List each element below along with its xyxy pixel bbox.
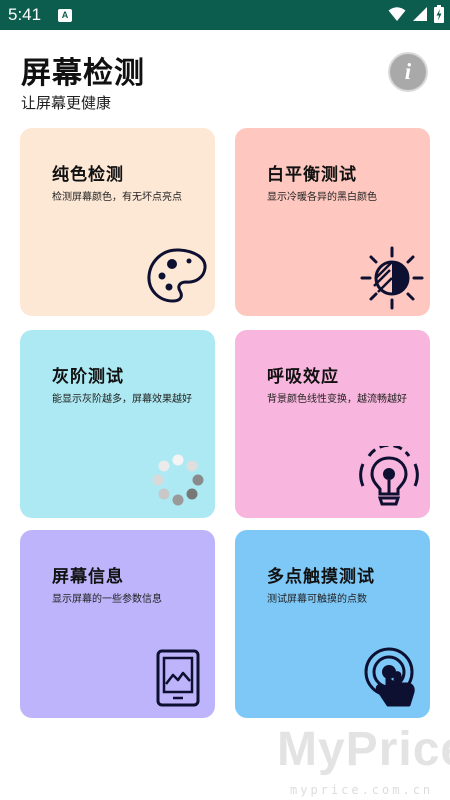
watermark-url: myprice.com.cn [290,783,434,797]
status-bar: 5:41 A [0,0,450,30]
app-notification-icon: A [58,9,72,22]
status-time: 5:41 [8,5,42,24]
brightness-icon [360,246,424,310]
card-description: 检测屏幕颜色，有无坏点亮点 [52,192,182,203]
wifi-icon [388,7,406,21]
card-description: 显示冷暖各异的黑白颜色 [267,192,377,203]
card-breathing-effect[interactable]: 呼吸效应 背景颜色线性变换，越流畅越好 [235,330,430,518]
system-icons [388,5,444,23]
card-multi-touch-test[interactable]: 多点触摸测试 测试屏幕可触摸的点数 [235,530,430,718]
card-description: 能显示灰阶越多，屏幕效果越好 [52,394,192,405]
lightbulb-icon [359,446,419,506]
page-subtitle: 让屏幕更健康 [21,94,112,112]
card-white-balance-test[interactable]: 白平衡测试 显示冷暖各异的黑白颜色 [235,128,430,316]
watermark-brand: MyPrice [277,723,450,776]
touch-icon [364,647,415,707]
info-icon: i [404,59,412,84]
page-title: 屏幕检测 [21,56,145,91]
palette-icon [147,248,207,303]
card-title: 纯色检测 [52,165,124,185]
tablet-image-icon [156,649,200,707]
card-screen-info[interactable]: 屏幕信息 显示屏幕的一些参数信息 [20,530,215,718]
card-grayscale-test[interactable]: 灰阶测试 能显示灰阶越多，屏幕效果越好 [20,330,215,518]
card-solid-color-test[interactable]: 纯色检测 检测屏幕颜色，有无坏点亮点 [20,128,215,316]
info-button[interactable]: i [390,54,426,90]
battery-icon [434,5,444,23]
card-title: 白平衡测试 [267,165,357,185]
card-title: 呼吸效应 [267,367,339,387]
card-description: 测试屏幕可触摸的点数 [267,594,367,605]
card-description: 背景颜色线性变换，越流畅越好 [267,394,407,405]
card-title: 多点触摸测试 [267,567,375,587]
signal-icon [413,7,427,21]
card-description: 显示屏幕的一些参数信息 [52,594,162,605]
card-title: 灰阶测试 [52,367,124,387]
loading-dots-icon [152,454,204,506]
card-title: 屏幕信息 [52,567,124,587]
